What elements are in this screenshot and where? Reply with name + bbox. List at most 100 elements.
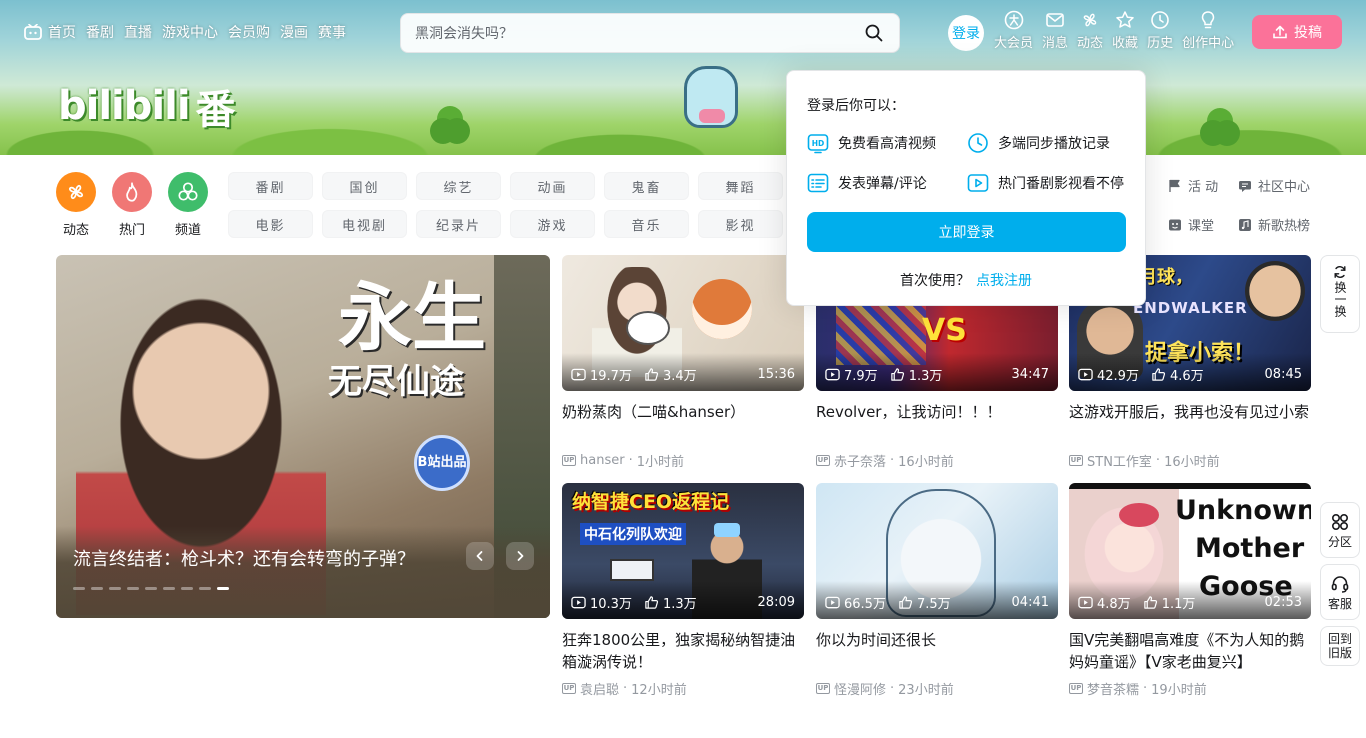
carousel-dot[interactable] (109, 587, 121, 590)
link-new-songs-label: 新歌热榜 (1258, 219, 1311, 234)
like-count-text: 1.1万 (1161, 597, 1196, 612)
video-title[interactable]: 你以为时间还很长 (816, 629, 1058, 673)
video-thumbnail[interactable]: 66.5万 7.5万 04:41 (816, 483, 1058, 619)
video-card[interactable]: 19.7万 3.4万 15:36 奶粉蒸肉（二喵&hanser） UP hans… (562, 255, 804, 470)
link-community-label: 社区中心 (1258, 180, 1311, 195)
carousel-dot[interactable] (127, 587, 139, 590)
nav-game-center[interactable]: 游戏中心 (162, 22, 218, 42)
channel-tag[interactable]: 电视剧 (322, 210, 407, 238)
nav-vip[interactable]: 大会员 (994, 10, 1033, 51)
video-card[interactable]: 66.5万 7.5万 04:41 你以为时间还很长 UP 怪漫阿修 · 23小时… (816, 483, 1058, 698)
channel-hot[interactable]: 热门 (112, 172, 152, 238)
nav-home[interactable]: 首页 (24, 22, 76, 42)
channel-tag[interactable]: 综艺 (416, 172, 501, 200)
video-thumbnail[interactable]: 纳智捷CEO返程记 中石化列队欢迎 10.3万 1.3万 28:09 (562, 483, 804, 619)
channel-tag[interactable]: 鬼畜 (604, 172, 689, 200)
video-title[interactable]: 奶粉蒸肉（二喵&hanser） (562, 401, 804, 445)
search-input[interactable] (415, 25, 861, 41)
channel-tag[interactable]: 影视 (698, 210, 783, 238)
logo-char: 番 (195, 87, 236, 133)
old-version-button[interactable]: 回到旧版 (1320, 626, 1360, 666)
play-count-icon (825, 596, 840, 609)
refresh-feed-button[interactable]: 换一换 (1320, 255, 1360, 333)
video-title[interactable]: 狂奔1800公里，独家揭秘纳智捷油箱漩涡传说！ (562, 629, 804, 673)
benefit-danmaku-label: 发表弹幕/评论 (838, 176, 927, 192)
nav-creator-center[interactable]: 创作中心 (1182, 10, 1234, 51)
nav-manga[interactable]: 漫画 (280, 22, 308, 42)
upload-label: 投稿 (1294, 25, 1322, 41)
nav-live[interactable]: 直播 (124, 22, 152, 42)
video-meta: UP STN工作室 · 16小时前 (1069, 451, 1311, 470)
nav-dynamic[interactable]: 动态 (1077, 10, 1103, 51)
video-thumbnail[interactable]: 19.7万 3.4万 15:36 (562, 255, 804, 391)
carousel-dot[interactable] (181, 587, 193, 590)
video-card[interactable]: 纳智捷CEO返程记 中石化列队欢迎 10.3万 1.3万 28:09 狂奔180… (562, 483, 804, 698)
clover-decoration (430, 118, 456, 144)
link-community[interactable]: 社区中心 (1238, 176, 1328, 195)
featured-carousel[interactable]: 永生 无尽仙途 B站出品 流言终结者：枪斗术？还有会转弯的子弹？ (56, 255, 550, 618)
carousel-caption[interactable]: 流言终结者：枪斗术？还有会转弯的子弹？ (73, 545, 415, 571)
video-uploader[interactable]: 梦音茶糯 (1087, 679, 1139, 698)
view-count-text: 19.7万 (590, 369, 632, 384)
video-title[interactable]: 国V完美翻唱高难度《不为人知的鹅妈妈童谣》【V家老曲复兴】 (1069, 629, 1311, 673)
nav-vip-label: 大会员 (994, 36, 1034, 51)
carousel-caption-overlay (56, 526, 550, 618)
thumb-text-welcome: 中石化列队欢迎 (580, 523, 686, 545)
category-button[interactable]: 分区 (1320, 502, 1360, 558)
channel-tag[interactable]: 纪录片 (416, 210, 501, 238)
nav-favorites[interactable]: 收藏 (1112, 10, 1138, 51)
video-uploader[interactable]: 袁启聪 (580, 679, 619, 698)
like-count: 1.1万 (1143, 593, 1196, 612)
meta-separator: · (1155, 453, 1161, 468)
link-new-songs[interactable]: 新歌热榜 (1238, 215, 1328, 234)
channel-dynamic[interactable]: 动态 (56, 172, 96, 238)
register-link[interactable]: 点我注册 (976, 273, 1032, 289)
video-duration: 28:09 (757, 595, 795, 610)
nav-history[interactable]: 历史 (1147, 10, 1173, 51)
nav-esports[interactable]: 赛事 (318, 22, 346, 42)
nav-mall[interactable]: 会员购 (228, 22, 270, 42)
flame-icon (126, 182, 138, 202)
channel-tag[interactable]: 动画 (510, 172, 595, 200)
channel-channels-circle (168, 172, 208, 212)
login-avatar-button[interactable]: 登录 (948, 14, 984, 51)
carousel-dot[interactable] (217, 587, 229, 590)
carousel-next-button[interactable] (506, 542, 534, 570)
like-count: 4.6万 (1151, 365, 1204, 384)
upload-button[interactable]: 投稿 (1252, 15, 1342, 49)
video-thumbnail[interactable]: Unknown Mother Goose 4.8万 1.1万 02:53 (1069, 483, 1311, 619)
channel-tag[interactable]: 音乐 (604, 210, 689, 238)
video-uploader[interactable]: 赤子奈落 (834, 451, 886, 470)
like-icon (890, 368, 904, 381)
video-uploader[interactable]: hanser (580, 453, 625, 468)
video-title[interactable]: 这游戏开服后，我再也没有见过小索 (1069, 401, 1311, 445)
link-class[interactable]: 课堂 (1168, 215, 1238, 234)
login-now-button[interactable]: 立即登录 (807, 212, 1126, 252)
video-uploader[interactable]: 怪漫阿修 (834, 679, 886, 698)
vip-icon (1004, 10, 1023, 30)
channel-channels[interactable]: 频道 (168, 172, 208, 238)
channel-tag[interactable]: 番剧 (228, 172, 313, 200)
video-uploader[interactable]: STN工作室 (1087, 451, 1152, 470)
thumb-text-endwalker: ENDWALKER (1133, 299, 1248, 317)
channel-tag[interactable]: 国创 (322, 172, 407, 200)
customer-service-button[interactable]: 客服 (1320, 564, 1360, 620)
video-card[interactable]: Unknown Mother Goose 4.8万 1.1万 02:53 国V完… (1069, 483, 1311, 698)
link-activities[interactable]: 活 动 (1168, 176, 1238, 195)
carousel-dot[interactable] (73, 587, 85, 590)
channel-tag[interactable]: 舞蹈 (698, 172, 783, 200)
video-title[interactable]: Revolver，让我访问！！！ (816, 401, 1058, 445)
thumb-text-moon: 月球， (1139, 267, 1193, 288)
channel-tag[interactable]: 电影 (228, 210, 313, 238)
carousel-prev-button[interactable] (466, 542, 494, 570)
bilibili-logo[interactable]: bilibili 番 (58, 80, 236, 133)
channel-tag[interactable]: 游戏 (510, 210, 595, 238)
nav-messages[interactable]: 消息 (1042, 10, 1068, 51)
carousel-dot[interactable] (91, 587, 103, 590)
carousel-dot[interactable] (145, 587, 157, 590)
nav-anime[interactable]: 番剧 (86, 22, 114, 42)
carousel-dot[interactable] (199, 587, 211, 590)
category-label: 分区 (1327, 534, 1352, 549)
carousel-dot[interactable] (163, 587, 175, 590)
search-button[interactable] (861, 20, 887, 46)
